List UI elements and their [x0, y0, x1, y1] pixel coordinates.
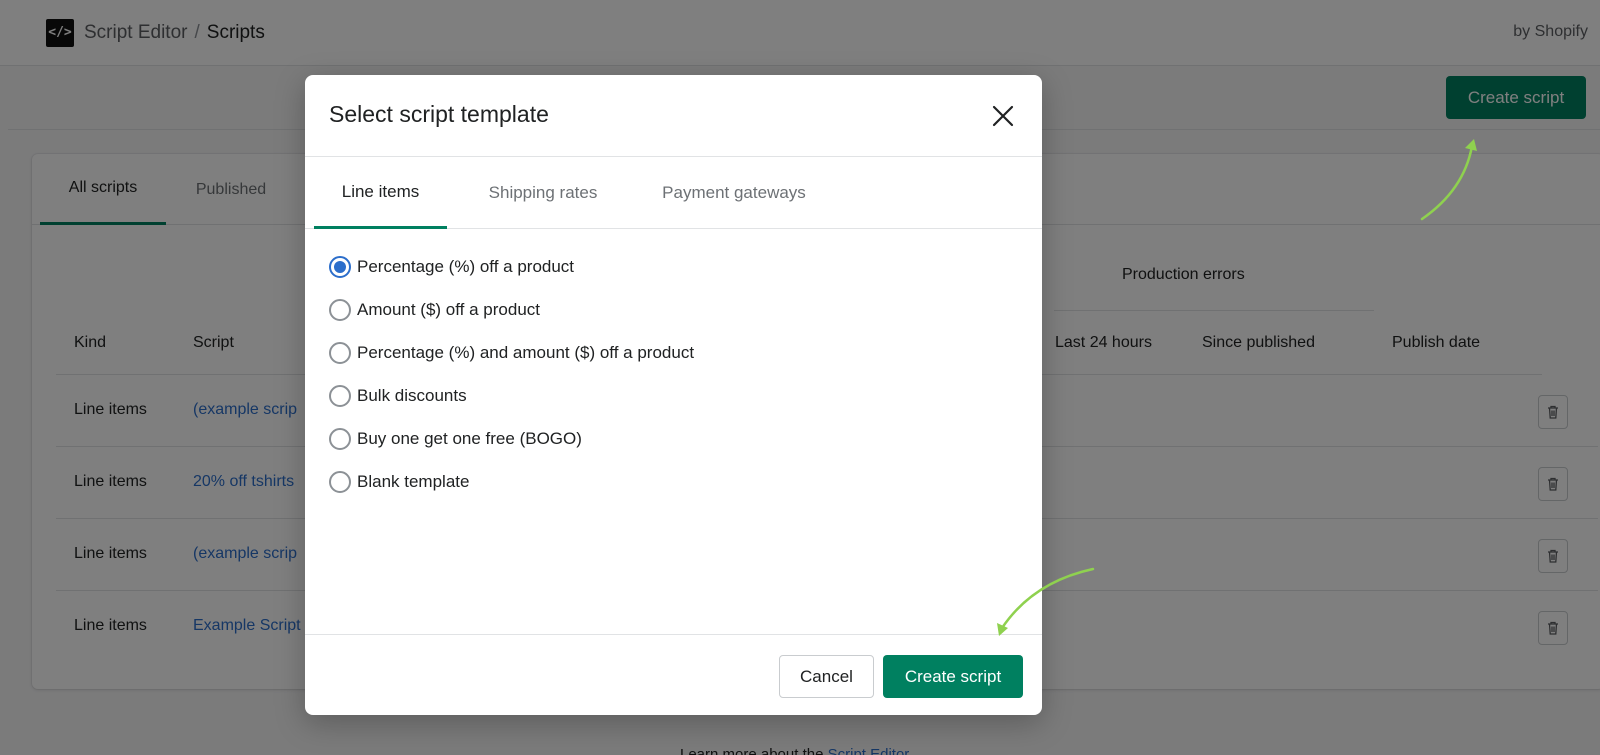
- radio-button[interactable]: [329, 384, 351, 407]
- radio-button[interactable]: [329, 341, 351, 364]
- cancel-button[interactable]: Cancel: [779, 655, 874, 698]
- radio-button[interactable]: [329, 427, 351, 450]
- template-option[interactable]: Bulk discounts: [329, 374, 694, 417]
- tab-line-items[interactable]: Line items: [314, 157, 447, 229]
- tab-shipping-rates[interactable]: Shipping rates: [460, 157, 626, 229]
- tab-payment-gateways[interactable]: Payment gateways: [642, 157, 826, 229]
- modal-title: Select script template: [329, 101, 549, 127]
- template-option[interactable]: Blank template: [329, 460, 694, 503]
- modal-footer: Cancel Create script: [305, 634, 1042, 715]
- template-option[interactable]: Percentage (%) off a product: [329, 245, 694, 288]
- option-label: Percentage (%) and amount ($) off a prod…: [357, 342, 695, 362]
- close-icon: [992, 105, 1014, 127]
- close-button[interactable]: [986, 99, 1020, 133]
- option-label: Bulk discounts: [357, 385, 467, 405]
- radio-selected-dot: [334, 260, 346, 273]
- modal-create-script-button[interactable]: Create script: [883, 655, 1023, 698]
- option-label: Amount ($) off a product: [357, 299, 541, 319]
- template-options: Percentage (%) off a product Amount ($) …: [329, 245, 694, 503]
- option-label: Buy one get one free (BOGO): [357, 428, 582, 448]
- template-tabs: Line items Shipping rates Payment gatewa…: [305, 157, 1042, 229]
- radio-button[interactable]: [329, 255, 351, 278]
- template-option[interactable]: Buy one get one free (BOGO): [329, 417, 694, 460]
- select-template-modal: Select script template Line items Shippi…: [305, 75, 1042, 715]
- option-label: Percentage (%) off a product: [357, 256, 575, 276]
- template-option[interactable]: Amount ($) off a product: [329, 288, 694, 331]
- radio-button[interactable]: [329, 298, 351, 321]
- template-option[interactable]: Percentage (%) and amount ($) off a prod…: [329, 331, 694, 374]
- modal-header: Select script template: [305, 75, 1042, 157]
- radio-button[interactable]: [329, 470, 351, 493]
- option-label: Blank template: [357, 471, 470, 491]
